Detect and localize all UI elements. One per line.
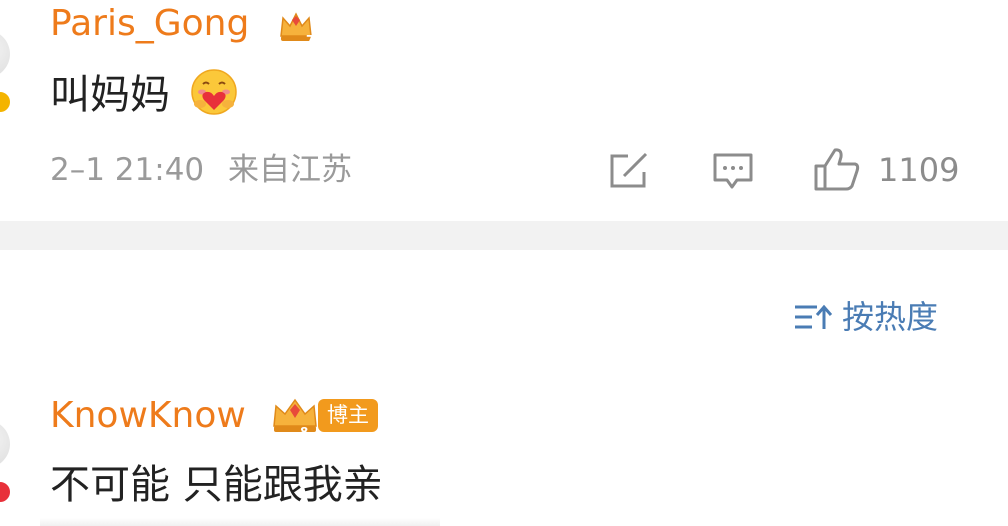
comment-meta: 2–1 21:40 来自江苏 <box>50 150 352 190</box>
sort-label: 按热度 <box>842 298 939 336</box>
comment-time: 2–1 21:40 <box>50 152 205 188</box>
comment-location: 来自江苏 <box>228 152 352 188</box>
next-row-hint <box>40 518 440 526</box>
section-divider <box>0 221 1008 250</box>
sort-by-hot-button[interactable]: 按热度 <box>792 295 938 339</box>
crown-level-icon: 7 <box>280 12 314 46</box>
hugging-heart-emoji-icon <box>191 69 237 115</box>
crown-level-icon: 8 <box>273 398 317 438</box>
blogger-badge: 博主 <box>318 399 378 432</box>
comment-icon[interactable] <box>712 152 754 192</box>
like-icon[interactable] <box>812 146 862 192</box>
svg-text:7: 7 <box>306 33 314 46</box>
comment-text: 叫妈妈 <box>50 72 170 118</box>
sort-icon <box>795 304 832 329</box>
comments-page: Paris_Gong 7 叫妈妈 2–1 21:40 来自江苏 1109 按热度… <box>0 0 1008 526</box>
verified-badge-icon <box>0 480 12 504</box>
svg-text:8: 8 <box>300 425 308 438</box>
like-count: 1109 <box>878 151 960 189</box>
avatar[interactable] <box>0 30 10 78</box>
verified-badge-icon <box>0 90 12 114</box>
comment-username[interactable]: Paris_Gong <box>50 2 249 46</box>
avatar[interactable] <box>0 420 10 468</box>
comment-username[interactable]: KnowKnow <box>50 394 246 438</box>
share-icon[interactable] <box>608 152 650 190</box>
comment-text: 不可能 只能跟我亲 <box>50 462 383 508</box>
